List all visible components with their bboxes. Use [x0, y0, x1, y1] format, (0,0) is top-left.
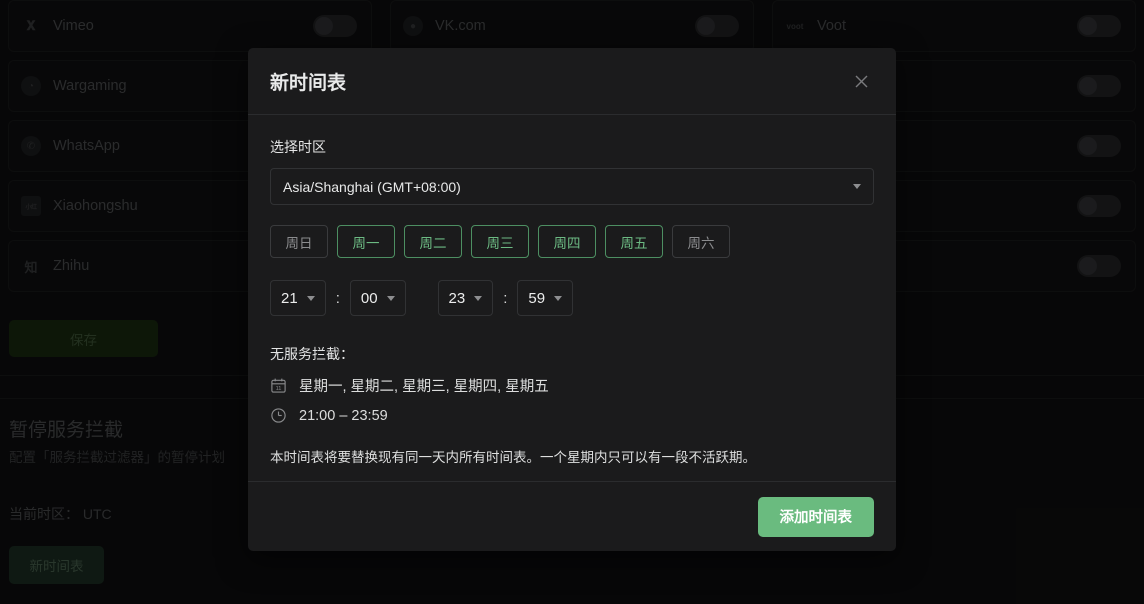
dialog-note: 本时间表将要替换现有同一天内所有时间表。一个星期内只可以有一段不活跃期。 [270, 448, 874, 468]
clock-icon [270, 407, 287, 424]
summary-days-row: 11 星期一, 星期二, 星期三, 星期四, 星期五 [270, 375, 874, 396]
day-button-wednesday[interactable]: 周三 [471, 225, 529, 258]
chevron-down-icon [853, 184, 861, 189]
day-button-saturday[interactable]: 周六 [672, 225, 730, 258]
start-hour-select[interactable]: 21 [270, 280, 326, 316]
time-separator: : [501, 290, 509, 307]
dialog-footer: 添加时间表 [248, 481, 896, 551]
summary-days-value: 星期一, 星期二, 星期三, 星期四, 星期五 [299, 375, 549, 396]
end-minute-value: 59 [528, 290, 545, 307]
summary-label: 无服务拦截： [270, 344, 874, 364]
chevron-down-icon [307, 296, 315, 301]
day-button-tuesday[interactable]: 周二 [404, 225, 462, 258]
dialog-title: 新时间表 [270, 68, 846, 95]
summary-time-row: 21:00 – 23:59 [270, 407, 874, 424]
end-hour-value: 23 [449, 290, 466, 307]
start-hour-value: 21 [281, 290, 298, 307]
day-button-monday[interactable]: 周一 [337, 225, 395, 258]
day-selector: 周日 周一 周二 周三 周四 周五 周六 [270, 225, 874, 258]
timezone-label: 选择时区 [270, 137, 874, 157]
day-button-friday[interactable]: 周五 [605, 225, 663, 258]
day-button-thursday[interactable]: 周四 [538, 225, 596, 258]
end-hour-select[interactable]: 23 [438, 280, 494, 316]
day-button-sunday[interactable]: 周日 [270, 225, 328, 258]
chevron-down-icon [474, 296, 482, 301]
start-minute-value: 00 [361, 290, 378, 307]
time-range-selector: 21 : 00 23 : 59 [270, 280, 874, 316]
summary-time-value: 21:00 – 23:59 [299, 408, 388, 424]
close-button[interactable] [846, 66, 876, 96]
start-minute-select[interactable]: 00 [350, 280, 406, 316]
svg-text:11: 11 [276, 386, 282, 392]
end-minute-select[interactable]: 59 [517, 280, 573, 316]
dialog-header: 新时间表 [248, 48, 896, 115]
time-separator: : [334, 290, 342, 307]
new-schedule-dialog: 新时间表 选择时区 Asia/Shanghai (GMT+08:00) 周日 周… [248, 48, 896, 551]
add-schedule-button[interactable]: 添加时间表 [758, 497, 875, 537]
timezone-value: Asia/Shanghai (GMT+08:00) [283, 179, 853, 195]
calendar-icon: 11 [270, 377, 287, 394]
close-icon [853, 73, 870, 90]
app-root: 𝐗 Vimeo ◔ Wargaming ✆ WhatsApp 小红 Xiaoho… [0, 0, 1144, 604]
chevron-down-icon [554, 296, 562, 301]
timezone-select[interactable]: Asia/Shanghai (GMT+08:00) [270, 168, 874, 205]
chevron-down-icon [387, 296, 395, 301]
dialog-body: 选择时区 Asia/Shanghai (GMT+08:00) 周日 周一 周二 … [248, 115, 896, 481]
